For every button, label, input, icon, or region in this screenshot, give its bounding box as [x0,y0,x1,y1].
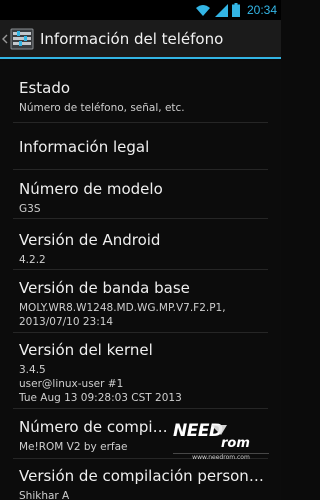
item-summary: 3.4.5 [19,364,46,376]
status-bar: 20:34 [0,0,281,20]
list-item-version-de-banda-base[interactable]: Versión de banda base MOLY.WR8.W1248.MD.… [19,279,267,329]
item-title: Versión de banda base [19,279,190,297]
divider [13,169,268,170]
svg-text:rom: rom [221,436,250,451]
item-title: Versión de compilación personalizada [19,467,267,485]
settings-icon [10,28,34,49]
page-title: Información del teléfono [40,29,224,48]
signal-icon [214,3,228,17]
item-summary: Número de teléfono, señal, etc. [19,102,185,114]
item-title: Versión del kernel [19,341,153,359]
item-summary: Me!ROM V2 by erfae [19,441,128,453]
status-clock: 20:34 [246,3,277,17]
status-icons: 20:34 [195,1,277,19]
list-item-informacion-legal[interactable]: Información legal [19,138,267,156]
wifi-icon [195,4,210,16]
item-title: Información legal [19,138,150,156]
item-summary: MOLY.WR8.W1248.MD.WG.MP.V7.F2.P1, [19,302,226,314]
battery-icon [231,3,240,17]
divider [13,122,268,123]
list-item-version-de-android[interactable]: Versión de Android 4.2.2 [19,231,267,267]
list-item-version-del-kernel[interactable]: Versión del kernel 3.4.5 user@linux-user… [19,341,267,405]
divider [13,408,268,409]
svg-text:NEED: NEED [173,421,223,441]
action-bar: Información del teléfono [0,20,281,59]
list-item-estado[interactable]: Estado Número de teléfono, señal, etc. [19,79,267,115]
list-item-version-de-compilacion-personalizada[interactable]: Versión de compilación personalizada Shi… [19,467,267,500]
item-title: Número de modelo [19,180,163,198]
divider [13,218,268,219]
item-title: Estado [19,79,71,97]
up-navigation[interactable] [0,20,34,57]
divider [13,269,268,270]
item-title: Versión de Android [19,231,161,249]
needrom-logo: NEED rom www.needrom.com [173,421,269,461]
svg-text:www.needrom.com: www.needrom.com [192,454,250,461]
item-summary: user@linux-user #1 [19,378,124,390]
item-summary: 2013/07/10 23:14 [19,316,114,328]
item-summary: 4.2.2 [19,254,46,266]
chevron-left-icon [2,34,8,43]
item-summary: Tue Aug 13 09:28:03 CST 2013 [19,392,182,404]
item-summary: Shikhar A [19,490,70,500]
list-item-numero-de-modelo[interactable]: Número de modelo G3S [19,180,267,216]
item-title: Número de compilación [19,418,171,436]
item-summary: G3S [19,203,41,215]
list-item-numero-de-compilacion[interactable]: Número de compilación Me!ROM V2 by erfae [19,418,171,454]
divider [13,332,268,333]
